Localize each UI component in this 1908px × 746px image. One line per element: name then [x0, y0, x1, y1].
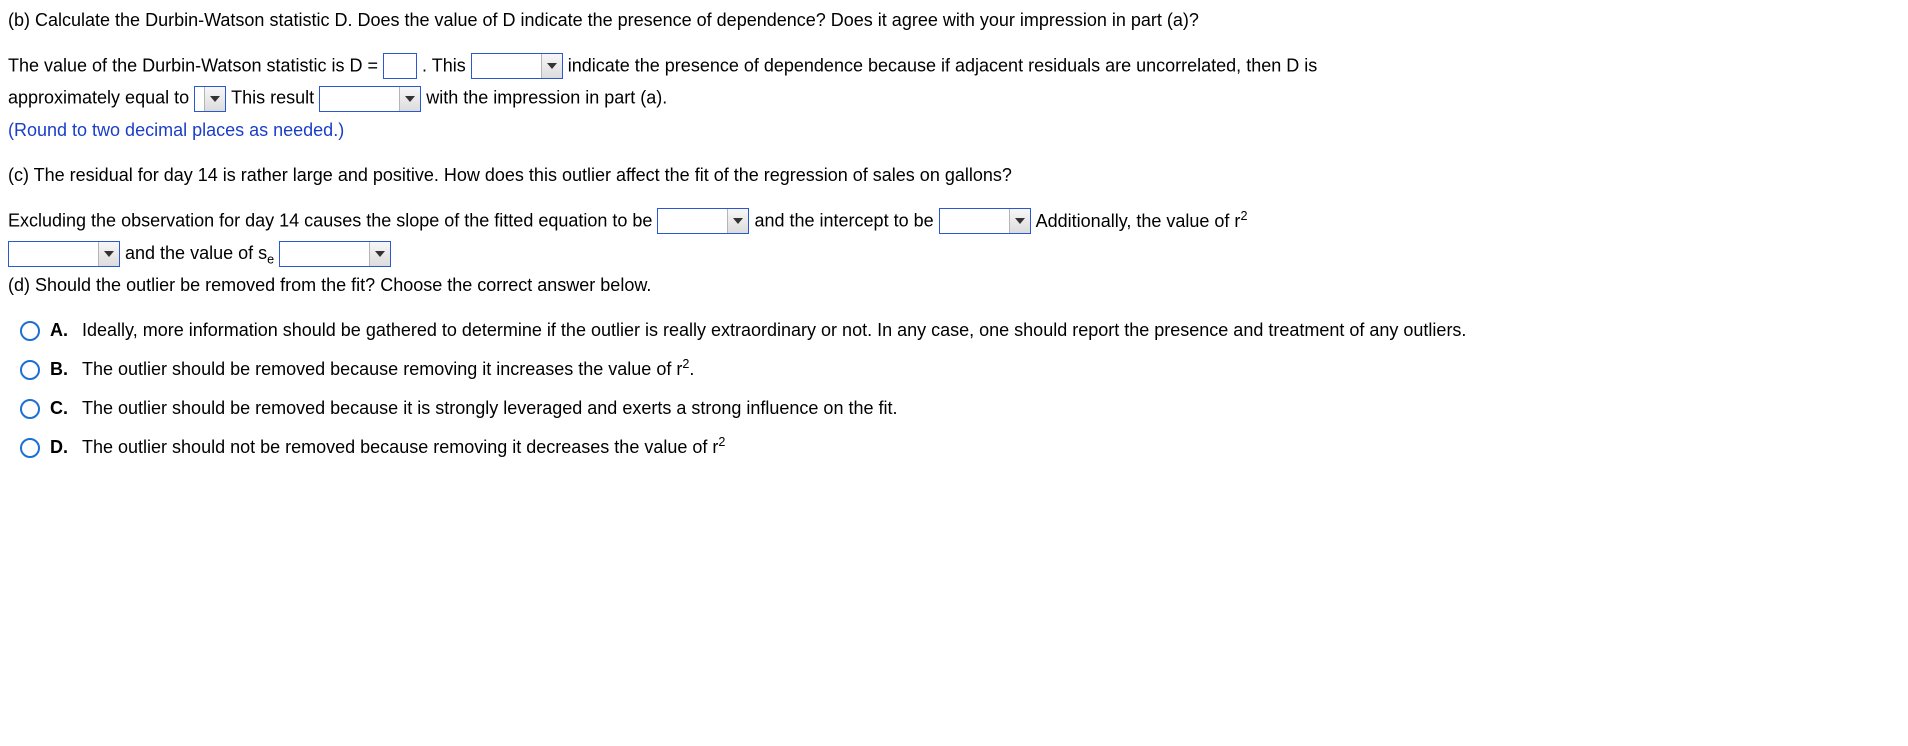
option-a[interactable]: A. Ideally, more information should be g…: [20, 318, 1900, 343]
chevron-down-icon: [98, 242, 119, 266]
part-c-answer-line-2: and the value of se: [8, 240, 1900, 266]
chevron-down-icon: [204, 87, 225, 111]
r2-dropdown[interactable]: [8, 241, 120, 267]
text-segment: and the intercept to be: [754, 211, 933, 231]
rounding-note: (Round to two decimal places as needed.): [8, 118, 1900, 143]
slope-dropdown[interactable]: [657, 208, 749, 234]
chevron-down-icon: [541, 54, 562, 78]
text-segment: Excluding the observation for day 14 cau…: [8, 211, 652, 231]
option-label: C.: [50, 396, 72, 421]
option-label: D.: [50, 435, 72, 460]
text-segment: indicate the presence of dependence beca…: [568, 56, 1318, 76]
chevron-down-icon: [399, 87, 420, 111]
text-segment: This result: [231, 88, 314, 108]
chevron-down-icon: [727, 209, 748, 233]
intercept-dropdown[interactable]: [939, 208, 1031, 234]
result-dropdown[interactable]: [319, 86, 421, 112]
option-label: A.: [50, 318, 72, 343]
text-segment: approximately equal to: [8, 88, 189, 108]
option-text: Ideally, more information should be gath…: [82, 318, 1900, 343]
option-text: The outlier should not be removed becaus…: [82, 435, 1900, 460]
chevron-down-icon: [1009, 209, 1030, 233]
option-c[interactable]: C. The outlier should be removed because…: [20, 396, 1900, 421]
text-segment: Additionally, the value of r2: [1036, 211, 1248, 231]
part-b-answer-line-2: approximately equal to This result with …: [8, 85, 1900, 111]
option-d[interactable]: D. The outlier should not be removed bec…: [20, 435, 1900, 460]
indicate-dropdown[interactable]: [471, 53, 563, 79]
equal-to-dropdown[interactable]: [194, 86, 226, 112]
option-text: The outlier should be removed because it…: [82, 396, 1900, 421]
part-c-answer-line-1: Excluding the observation for day 14 cau…: [8, 208, 1900, 234]
d-value-input[interactable]: [383, 53, 417, 79]
part-b-prompt: (b) Calculate the Durbin-Watson statisti…: [8, 8, 1900, 33]
text-segment: and the value of se: [125, 243, 274, 263]
part-d-prompt: (d) Should the outlier be removed from t…: [8, 273, 1900, 298]
text-segment: . This: [422, 56, 466, 76]
chevron-down-icon: [369, 242, 390, 266]
option-label: B.: [50, 357, 72, 382]
part-c-prompt: (c) The residual for day 14 is rather la…: [8, 163, 1900, 188]
radio-icon: [20, 399, 40, 419]
option-text: The outlier should be removed because re…: [82, 357, 1900, 382]
text-segment: The value of the Durbin-Watson statistic…: [8, 56, 378, 76]
option-b[interactable]: B. The outlier should be removed because…: [20, 357, 1900, 382]
text-segment: with the impression in part (a).: [426, 88, 667, 108]
radio-icon: [20, 321, 40, 341]
se-dropdown[interactable]: [279, 241, 391, 267]
radio-icon: [20, 438, 40, 458]
part-b-answer-line-1: The value of the Durbin-Watson statistic…: [8, 53, 1900, 79]
part-d-options: A. Ideally, more information should be g…: [8, 318, 1900, 461]
radio-icon: [20, 360, 40, 380]
